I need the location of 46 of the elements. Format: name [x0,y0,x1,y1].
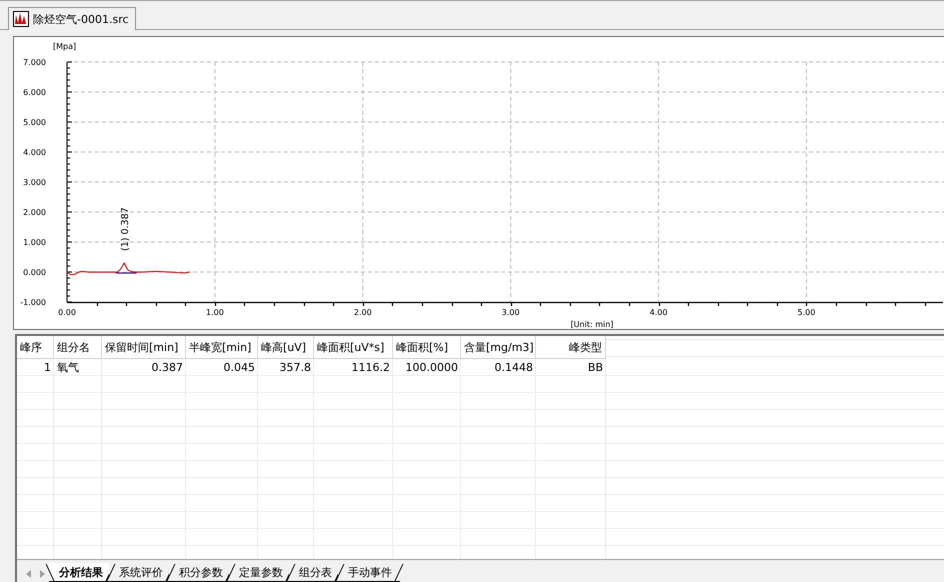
column-header[interactable]: 峰面积[%] [393,336,461,359]
table-cell-text: 1116.2 [350,360,391,376]
column-header[interactable]: 峰高[uV] [258,336,314,359]
table-cell-text: 0.387 [150,360,184,376]
tick-label: 3.00 [502,308,520,317]
tick-label: 5.00 [798,308,816,317]
tick-label: 2.00 [354,308,372,317]
tick-label: 1.00 [206,308,224,317]
tick-label: 4.00 [650,308,668,317]
chromatogram-icon [13,11,29,27]
tick-label: 0.000 [23,268,46,277]
tick-label: -1.000 [20,298,46,307]
table-cell-text: 1 [43,360,52,376]
tick-label: 4.000 [23,148,46,157]
sheet-tab[interactable]: 组分表 [289,563,340,582]
tick-label: 6.000 [23,88,46,97]
right-arrow-icon [40,570,44,578]
tick-label: 1.000 [23,238,46,247]
tick-label: 2.000 [23,208,46,217]
tick-label: 7.000 [23,58,46,67]
tick-label: 3.000 [23,178,46,187]
tick-label: 5.000 [23,118,46,127]
column-header[interactable]: 峰类型 [536,336,606,359]
table-cell-text: 100.0000 [404,360,459,376]
table-cell-text: 357.8 [278,360,312,376]
column-header[interactable]: 峰面积[uV*s] [314,336,393,359]
tick-label: 0.00 [58,308,76,317]
sheet-tab[interactable]: 积分参数 [169,563,231,582]
column-header[interactable]: 半峰宽[min] [186,336,258,359]
baseline [115,272,137,274]
table-cell-text: 氧气 [56,360,80,376]
column-header[interactable]: 保留时间[min] [102,336,186,359]
document-tab[interactable]: 除烃空气-0001.src [8,7,136,30]
table-cell-text: 0.045 [222,360,256,376]
sheet-tab[interactable]: 定量参数 [229,563,291,582]
document-title: 除烃空气-0001.src [33,12,129,26]
column-header[interactable]: 组分名 [54,336,102,359]
left-arrow-icon [26,570,30,578]
sheet-tab[interactable]: 系统评价 [109,563,171,582]
table-cell-text: 0.1448 [494,360,534,376]
axis-label: [Unit: min] [570,320,614,329]
column-header[interactable]: 峰序 [17,336,54,359]
table-cell-text: BB [586,360,604,376]
column-header[interactable]: 含量[mg/m3] [461,336,536,359]
peak-label: (1) 0.387 [120,207,132,251]
axis-label: [Mpa] [53,42,76,51]
